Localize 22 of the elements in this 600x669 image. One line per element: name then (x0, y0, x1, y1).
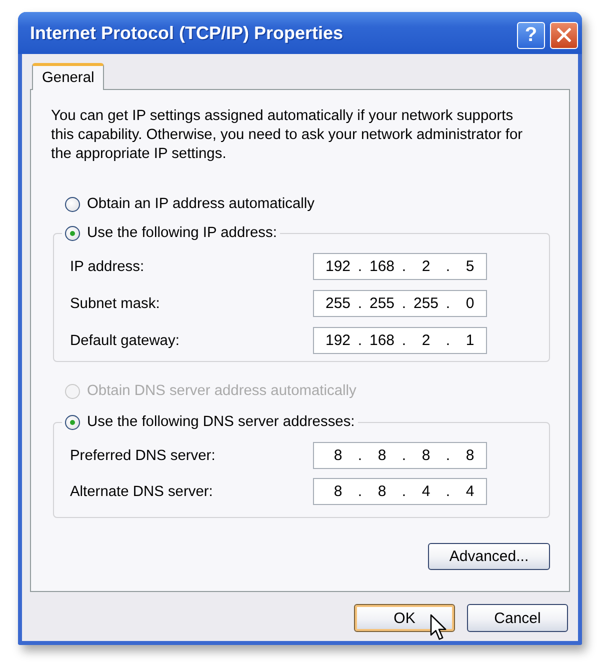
ip-input-field[interactable]: 8 . 8 . 4 . 4 (313, 478, 487, 505)
ip-input-field[interactable]: 255 . 255 . 255 . 0 (313, 290, 487, 317)
field-label: Subnet mask: (70, 296, 160, 312)
radio-option[interactable]: Use the following IP address: (65, 223, 277, 243)
field-label: Default gateway: (70, 332, 180, 348)
cancel-button[interactable]: Cancel (467, 604, 568, 632)
radio-option[interactable]: Use the following DNS server addresses: (65, 412, 355, 432)
mouse-pointer-icon (430, 614, 448, 641)
field-label: Preferred DNS server: (70, 448, 216, 464)
field-label: IP address: (70, 258, 144, 274)
description-text: You can get IP settings assigned automatically if your network supports this capability. Otherwise, you need to ask your network administrator for the appropriate IP settings. (51, 107, 524, 164)
ip-input-field[interactable]: 8 . 8 . 8 . 8 (313, 442, 487, 469)
ip-input-field[interactable]: 192 . 168 . 2 . 1 (313, 327, 487, 354)
field-label: Alternate DNS server: (70, 484, 213, 500)
close-icon (557, 28, 571, 42)
window-title: Internet Protocol (TCP/IP) Properties (30, 22, 344, 44)
radio-option[interactable]: Obtain an IP address automatically (65, 194, 315, 214)
ip-input-field[interactable]: 192 . 168 . 2 . 5 (313, 253, 487, 280)
tab[interactable]: General (32, 63, 104, 90)
advanced-button[interactable]: Advanced... (428, 543, 550, 570)
ok-button[interactable]: OK (354, 604, 455, 632)
close-button[interactable] (550, 22, 578, 48)
